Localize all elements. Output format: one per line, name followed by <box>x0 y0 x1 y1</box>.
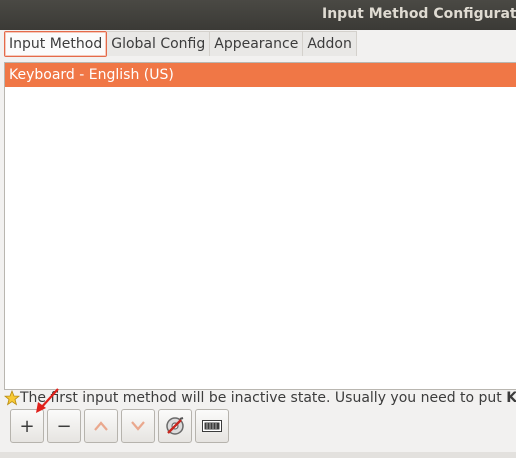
add-label: + <box>19 415 35 437</box>
list-item[interactable]: Keyboard - English (US) <box>5 63 516 87</box>
keyboard-icon <box>202 420 222 432</box>
tab-appearance[interactable]: Appearance <box>210 31 304 56</box>
add-input-method-button[interactable]: + <box>10 409 44 443</box>
chevron-down-icon <box>131 421 145 431</box>
chevron-up-icon <box>94 421 108 431</box>
input-method-list[interactable]: Keyboard - English (US) <box>4 62 516 390</box>
hint-message: The first input method will be inactive … <box>4 388 516 408</box>
tab-input-method[interactable]: Input Method <box>4 31 108 57</box>
window-title: Input Method Configuration <box>322 6 516 22</box>
window-bottom-edge <box>0 452 516 458</box>
move-down-button[interactable] <box>121 409 155 443</box>
tab-addon[interactable]: Addon <box>303 31 357 56</box>
remove-input-method-button[interactable]: − <box>47 409 81 443</box>
hint-text: The first input method will be inactive … <box>20 390 507 406</box>
toolbar: + − <box>10 409 229 443</box>
hint-bold-text: Keyboard <box>506 390 516 406</box>
remove-label: − <box>56 415 72 437</box>
tab-bar: Input Method Global Config Appearance Ad… <box>4 31 357 57</box>
tab-global-config[interactable]: Global Config <box>107 31 211 56</box>
star-icon <box>4 390 20 406</box>
keyboard-layout-button[interactable] <box>195 409 229 443</box>
configure-button[interactable] <box>158 409 192 443</box>
settings-tool-icon <box>166 417 184 435</box>
window-titlebar[interactable]: Input Method Configuration <box>0 0 516 30</box>
move-up-button[interactable] <box>84 409 118 443</box>
